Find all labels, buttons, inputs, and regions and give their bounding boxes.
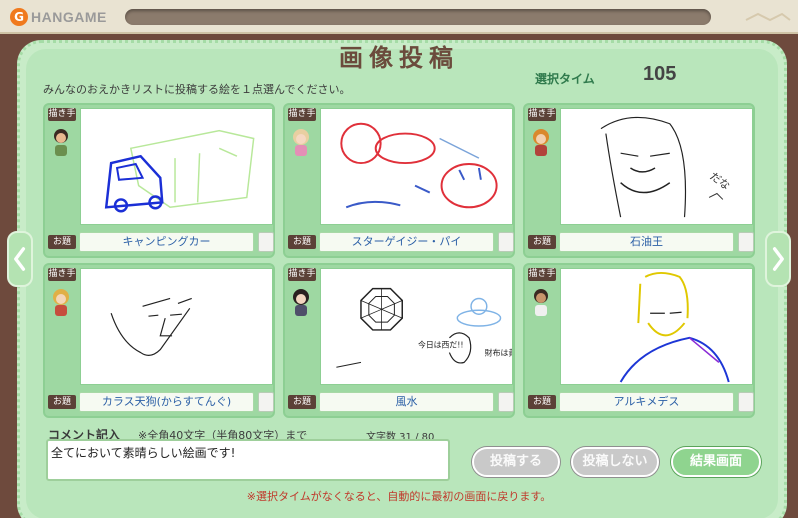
next-page-button[interactable] xyxy=(765,231,791,287)
post-button[interactable]: 投稿する xyxy=(472,447,560,477)
drawing-canvas xyxy=(80,108,273,225)
artist-label: 描き手 xyxy=(528,108,556,121)
artist-label: 描き手 xyxy=(48,108,76,121)
theme-text: 石油王 xyxy=(559,232,734,252)
theme-label: お題 xyxy=(48,395,76,409)
drawing-card[interactable]: 描き手 お題 キャンピングカー xyxy=(43,103,275,258)
comment-input[interactable]: 全てにおいて素晴らしい絵画です! xyxy=(46,439,450,481)
timeout-notice: ※選択タイムがなくなると、自動的に最初の画面に戻ります。 xyxy=(246,490,552,503)
avatar-icon xyxy=(533,129,549,156)
no-post-button[interactable]: 投稿しない xyxy=(571,447,659,477)
theme-label: お題 xyxy=(288,395,316,409)
drawing-canvas: だな xyxy=(560,108,753,225)
avatar-icon xyxy=(293,289,309,316)
instruction-text: みんなのおえかきリストに投稿する絵を１点選んでください。 xyxy=(43,83,351,96)
theme-label: お題 xyxy=(528,395,556,409)
select-checkbox[interactable] xyxy=(258,392,274,412)
timer-label: 選択タイム xyxy=(535,72,595,86)
avatar-icon xyxy=(54,129,68,156)
doodle-text: 財布は黄 xyxy=(485,347,512,357)
theme-label: お題 xyxy=(288,235,316,249)
doodle-text: だな xyxy=(707,170,732,193)
artist-label: 描き手 xyxy=(288,108,316,121)
select-checkbox[interactable] xyxy=(258,232,274,252)
theme-text: アルキメデス xyxy=(559,392,734,412)
logo-g-icon: G xyxy=(10,8,28,26)
artist-label: 描き手 xyxy=(48,268,76,281)
timer-value: 105 xyxy=(643,63,677,85)
theme-text: 風水 xyxy=(319,392,494,412)
select-checkbox[interactable] xyxy=(738,392,754,412)
theme-text: カラス天狗(からすてんぐ) xyxy=(79,392,254,412)
theme-label: お題 xyxy=(528,235,556,249)
logo-text: HANGAME xyxy=(31,9,107,25)
arrow-left-icon xyxy=(14,247,26,271)
arrow-right-icon xyxy=(772,247,784,271)
artist-label: 描き手 xyxy=(288,268,316,281)
hangame-logo[interactable]: G HANGAME xyxy=(10,6,107,28)
theme-text: スターゲイジー・パイ xyxy=(319,232,494,252)
drawing-card[interactable]: 描き手 今日は西だ!! 財布は黄 お題 風水 xyxy=(283,263,516,418)
drawing-canvas xyxy=(320,108,513,225)
theme-text: キャンピングカー xyxy=(79,232,254,252)
select-checkbox[interactable] xyxy=(738,232,754,252)
drawing-card[interactable]: 描き手 だな お題 石油王 xyxy=(523,103,755,258)
theme-label: お題 xyxy=(48,235,76,249)
ornament-icon xyxy=(745,12,791,22)
artist-label: 描き手 xyxy=(528,268,556,281)
select-checkbox[interactable] xyxy=(498,392,514,412)
drawing-card[interactable]: 描き手 お題 カラス天狗(からすてんぐ) xyxy=(43,263,275,418)
avatar-icon xyxy=(293,129,309,156)
prev-page-button[interactable] xyxy=(7,231,33,287)
avatar-icon xyxy=(53,289,69,316)
drawing-card[interactable]: 描き手 お題 アルキメデス xyxy=(523,263,755,418)
select-checkbox[interactable] xyxy=(498,232,514,252)
top-bar: G HANGAME xyxy=(0,0,798,34)
drawing-card[interactable]: 描き手 お題 スターゲイジー・パイ xyxy=(283,103,515,258)
top-bar-slot xyxy=(125,9,711,25)
dialog-window: 画像投稿 みんなのおえかきリストに投稿する絵を１点選んでください。 選択タイム … xyxy=(3,36,795,518)
drawing-canvas: 今日は西だ!! 財布は黄 xyxy=(320,268,516,385)
results-button[interactable]: 結果画面 xyxy=(671,447,761,477)
drawing-canvas xyxy=(80,268,273,385)
doodle-text: 今日は西だ!! xyxy=(418,340,464,350)
drawing-canvas xyxy=(560,268,753,385)
avatar-icon xyxy=(534,289,548,316)
